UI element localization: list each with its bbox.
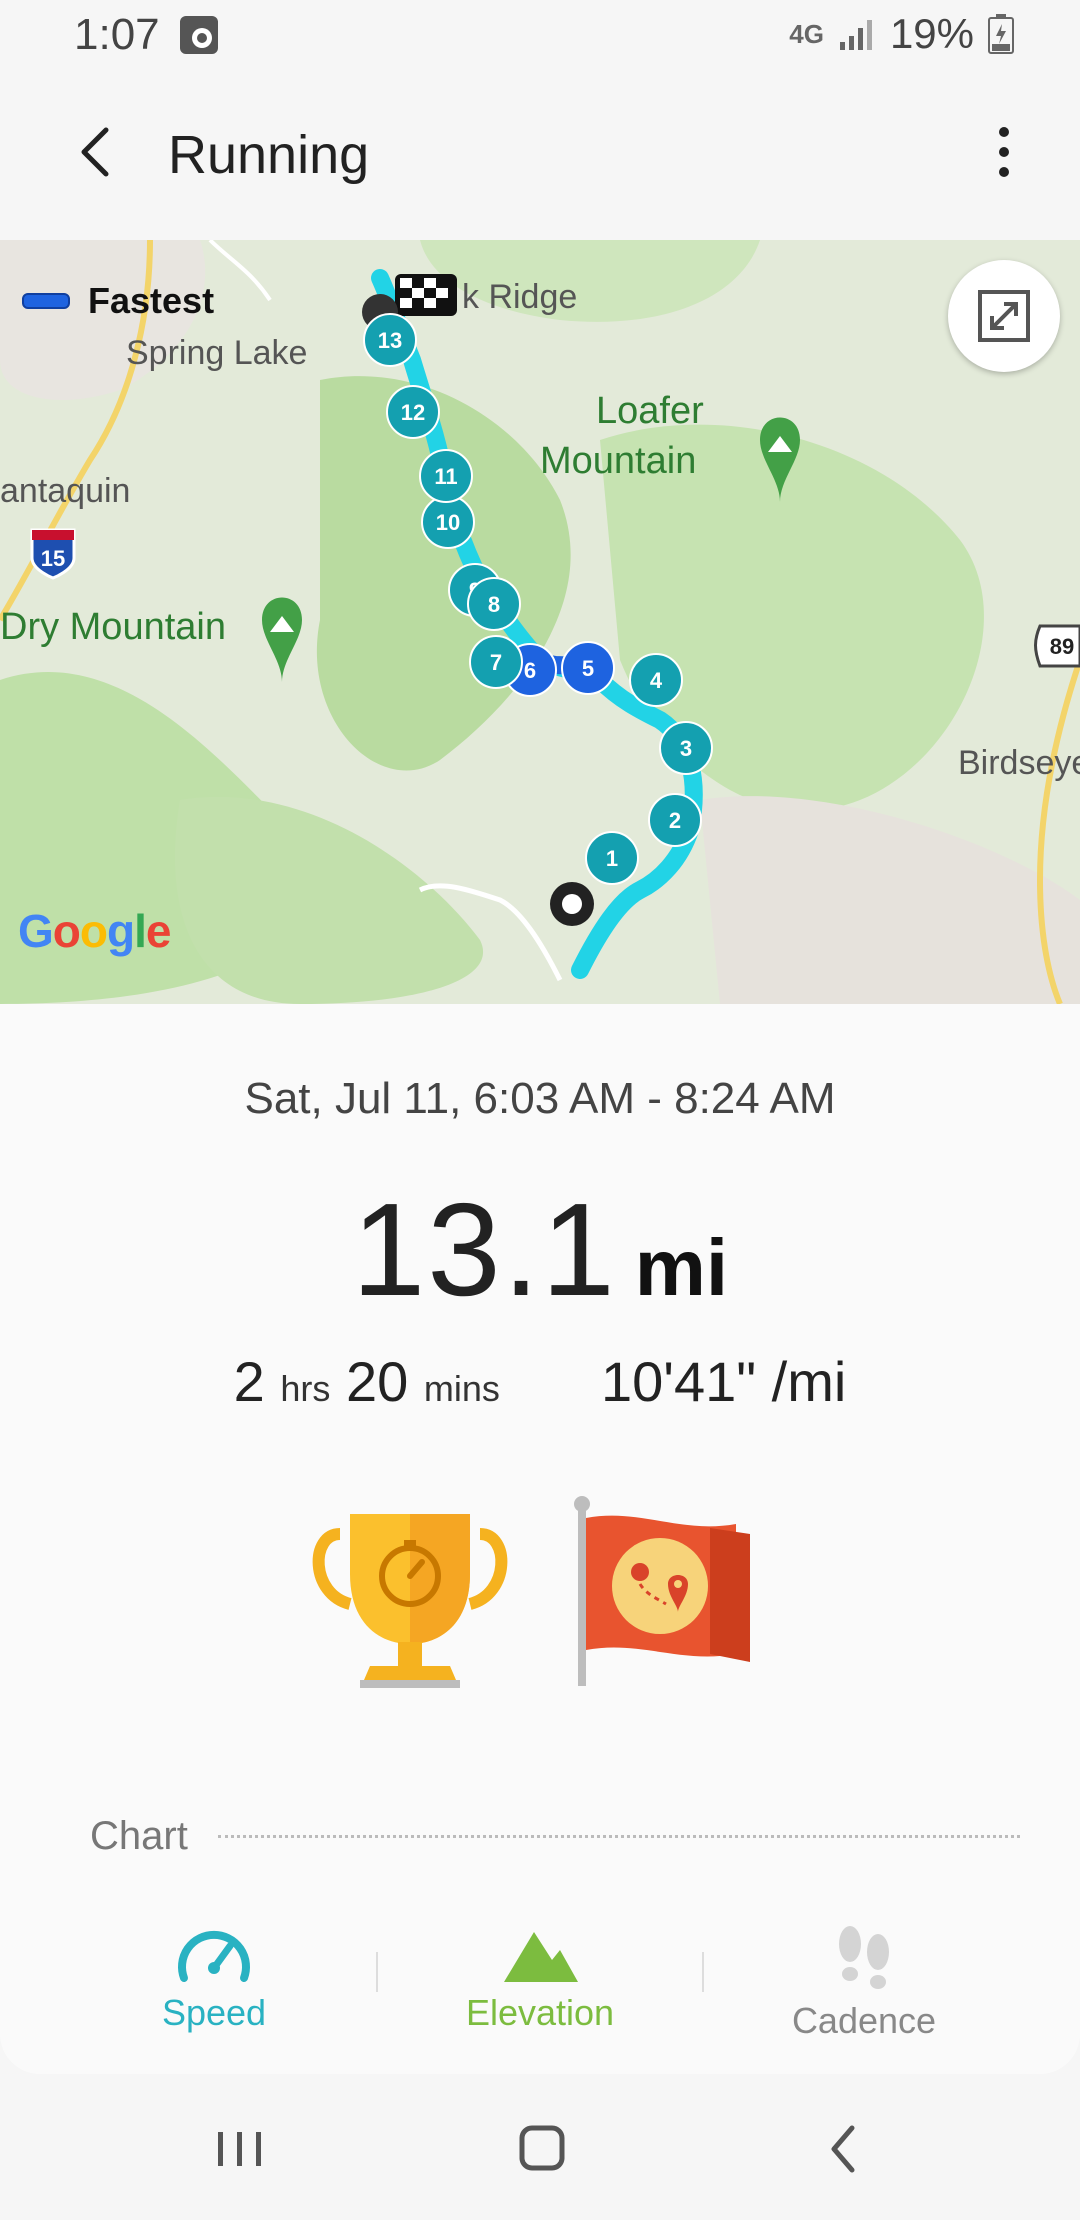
route-marker: 4 [650, 668, 663, 693]
chart-divider [217, 1835, 1020, 1838]
chart-section-header: Chart [90, 1814, 1020, 1859]
route-marker: 3 [680, 736, 692, 761]
workout-summary-card: Sat, Jul 11, 6:03 AM - 8:24 AM 13.1 mi 2 … [0, 1004, 1080, 2074]
duration-hours-unit: hrs [280, 1368, 331, 1409]
map-label-santaquin: antaquin [0, 472, 131, 510]
map-label-birdseye: Birdseye [958, 744, 1080, 782]
status-bar: 1:07 4G 19% [0, 0, 1080, 72]
map-legend: Fastest [22, 280, 214, 322]
tab-elevation-label: Elevation [465, 1992, 615, 2033]
legend-label: Fastest [88, 280, 215, 321]
battery-percent: 19% [889, 10, 974, 57]
duration-mins-unit: mins [423, 1368, 500, 1409]
highway-number: 15 [41, 546, 65, 571]
tab-cadence-label: Cadence [791, 2000, 937, 2041]
route-marker: 12 [401, 400, 425, 425]
battery-icon [988, 14, 1014, 54]
duration-pace-row: 2 hrs 20 mins 10'41" /mi [0, 1349, 1080, 1414]
route-marker: 1 [606, 846, 618, 871]
route-marker: 10 [436, 510, 460, 535]
workout-date-range: Sat, Jul 11, 6:03 AM - 8:24 AM [244, 1074, 836, 1123]
distance-display: 13.1 mi [0, 1174, 1080, 1325]
footprints-icon [839, 1926, 889, 1989]
more-options-icon[interactable] [968, 116, 1040, 188]
fastest-swatch [22, 293, 70, 309]
back-arrow-icon[interactable] [62, 116, 134, 188]
map-label-spring-lake: Spring Lake [126, 334, 308, 372]
status-time: 1:07 [74, 10, 160, 59]
back-nav-icon[interactable] [806, 2114, 886, 2184]
google-logo: Google [18, 905, 171, 957]
app-bar: Running [0, 72, 1080, 240]
map-label-ridge: k Ridge [462, 278, 578, 316]
distance-value: 13.1 [351, 1176, 617, 1323]
expand-map-button[interactable] [948, 260, 1060, 372]
tab-cadence[interactable]: Cadence [714, 1904, 1014, 2054]
route-marker: 13 [378, 328, 402, 353]
duration-mins: 20 [345, 1350, 409, 1413]
tab-speed[interactable]: Speed [64, 1904, 364, 2054]
app-notification-icon [180, 16, 218, 54]
speedometer-icon [178, 1930, 250, 1982]
route-marker: 2 [669, 808, 681, 833]
tab-speed-label: Speed [161, 1992, 267, 2033]
system-nav-bar [0, 2074, 1080, 2220]
signal-icon [839, 20, 872, 50]
map-label-dry-mountain: Dry Mountain [0, 606, 226, 648]
us-route-number: 89 [1050, 634, 1074, 659]
route-flag-badge-icon[interactable] [560, 1494, 760, 1694]
route-marker: 11 [434, 464, 457, 489]
distance-unit: mi [634, 1223, 729, 1312]
home-icon[interactable] [500, 2114, 580, 2184]
trophy-badge-icon[interactable] [310, 1494, 510, 1694]
route-marker: 8 [488, 592, 500, 617]
route-map[interactable]: 1 2 3 4 5 6 7 9 8 10 11 12 13 15 89 Fast… [0, 240, 1080, 1004]
chart-tabs: Speed Elevation Cadence [0, 1904, 1080, 2054]
tab-elevation[interactable]: Elevation [390, 1904, 690, 2054]
route-marker: 7 [490, 650, 502, 675]
expand-icon [978, 290, 1030, 342]
route-marker: 6 [524, 658, 536, 683]
duration-hours: 2 [233, 1350, 265, 1413]
map-label-loafer: Loafer [596, 390, 704, 432]
page-title: Running [168, 125, 370, 185]
achievement-badges [310, 1494, 760, 1694]
chart-label: Chart [90, 1814, 188, 1858]
map-label-loafer-mountain: Mountain [540, 440, 697, 482]
route-marker: 5 [582, 656, 594, 681]
network-type: 4G [789, 18, 824, 49]
mountain-icon [504, 1932, 578, 1982]
recent-apps-icon[interactable] [200, 2114, 280, 2184]
pace-value: 10'41" /mi [600, 1350, 847, 1413]
